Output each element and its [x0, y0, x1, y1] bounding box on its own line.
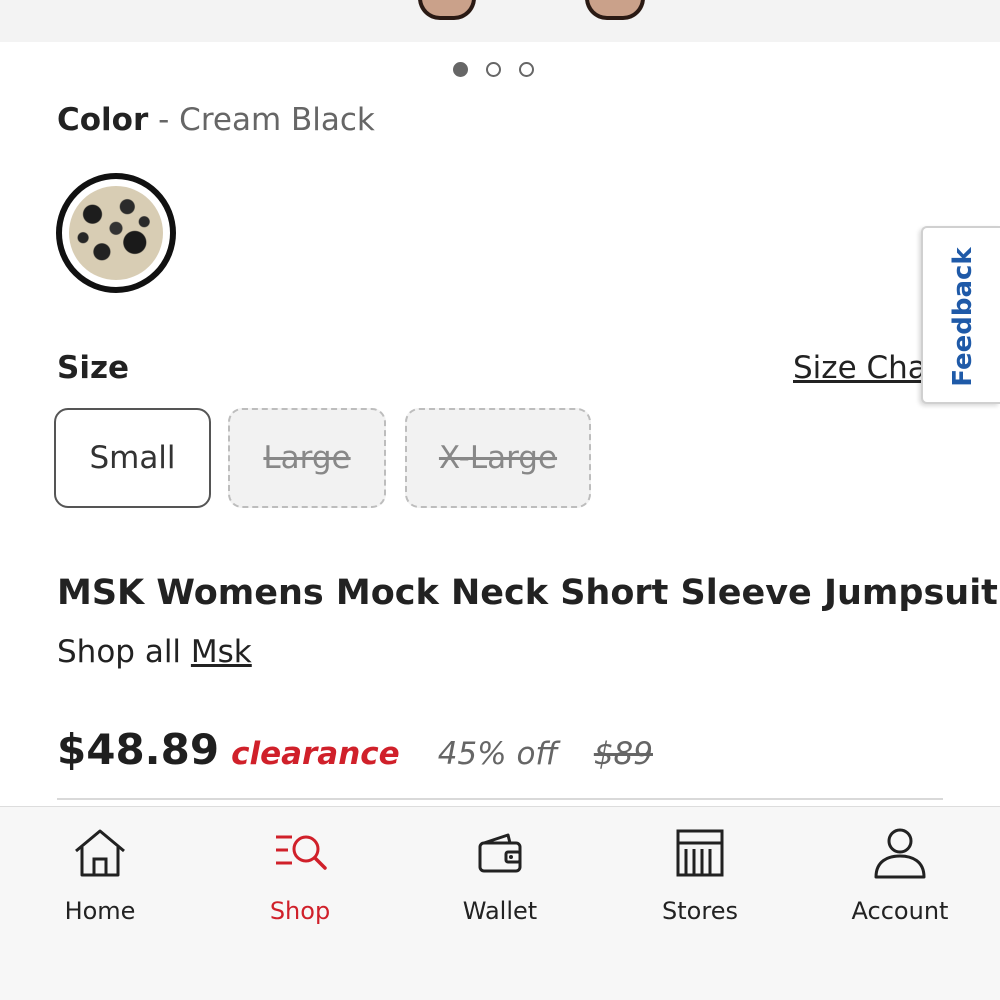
- size-option-large[interactable]: Large: [228, 408, 386, 508]
- color-label: Color: [57, 102, 149, 138]
- divider: [57, 798, 943, 800]
- nav-stores[interactable]: Stores: [620, 823, 780, 925]
- size-label: Size: [57, 350, 130, 386]
- product-page: Color - Cream Black Size Size Chart Smal…: [0, 0, 1000, 1000]
- home-icon: [75, 829, 125, 877]
- wallet-icon: [478, 833, 522, 873]
- shoe-right-image: [585, 0, 645, 20]
- selected-color-name: Cream Black: [179, 102, 375, 138]
- feedback-label: Feedback: [948, 247, 978, 387]
- sale-price: $48.89: [57, 725, 220, 774]
- clearance-tag: clearance: [231, 736, 400, 772]
- color-swatch-cream-black[interactable]: [56, 173, 176, 293]
- original-price: $89: [593, 736, 653, 772]
- nav-home-label: Home: [64, 897, 136, 925]
- nav-home[interactable]: Home: [20, 823, 180, 925]
- bottom-nav: Home Shop Wallet Stores Account: [0, 806, 1000, 1000]
- brand-link[interactable]: Msk: [191, 634, 252, 670]
- discount-percent: 45% off: [437, 736, 558, 772]
- color-separator: -: [148, 102, 180, 138]
- size-option-x-large[interactable]: X-Large: [405, 408, 591, 508]
- color-heading: Color - Cream Black: [57, 102, 375, 138]
- carousel-dots: [453, 62, 534, 77]
- shop-all-brand: Shop all Msk: [57, 634, 252, 670]
- nav-shop[interactable]: Shop: [220, 823, 380, 925]
- size-option-small[interactable]: Small: [54, 408, 211, 508]
- feedback-tab[interactable]: Feedback: [921, 226, 1000, 404]
- shoe-left-image: [418, 0, 476, 20]
- nav-account-label: Account: [851, 897, 949, 925]
- price-row: $48.89 clearance 45% off $89: [57, 725, 653, 774]
- product-title: MSK Womens Mock Neck Short Sleeve Jumpsu…: [57, 573, 998, 613]
- nav-account[interactable]: Account: [820, 823, 980, 925]
- nav-wallet-label: Wallet: [462, 897, 538, 925]
- carousel-dot-2[interactable]: [486, 62, 501, 77]
- shop-all-prefix: Shop all: [57, 634, 191, 670]
- account-icon: [874, 828, 926, 879]
- carousel-dot-1[interactable]: [453, 62, 468, 77]
- size-chart-link[interactable]: Size Chart: [793, 350, 923, 386]
- product-image[interactable]: [0, 0, 1000, 42]
- shop-icon: [276, 835, 327, 870]
- nav-wallet[interactable]: Wallet: [420, 823, 580, 925]
- nav-stores-label: Stores: [662, 897, 738, 925]
- stores-icon: [676, 829, 724, 877]
- color-swatch-pattern: [69, 186, 163, 280]
- carousel-dot-3[interactable]: [519, 62, 534, 77]
- nav-shop-label: Shop: [269, 897, 331, 925]
